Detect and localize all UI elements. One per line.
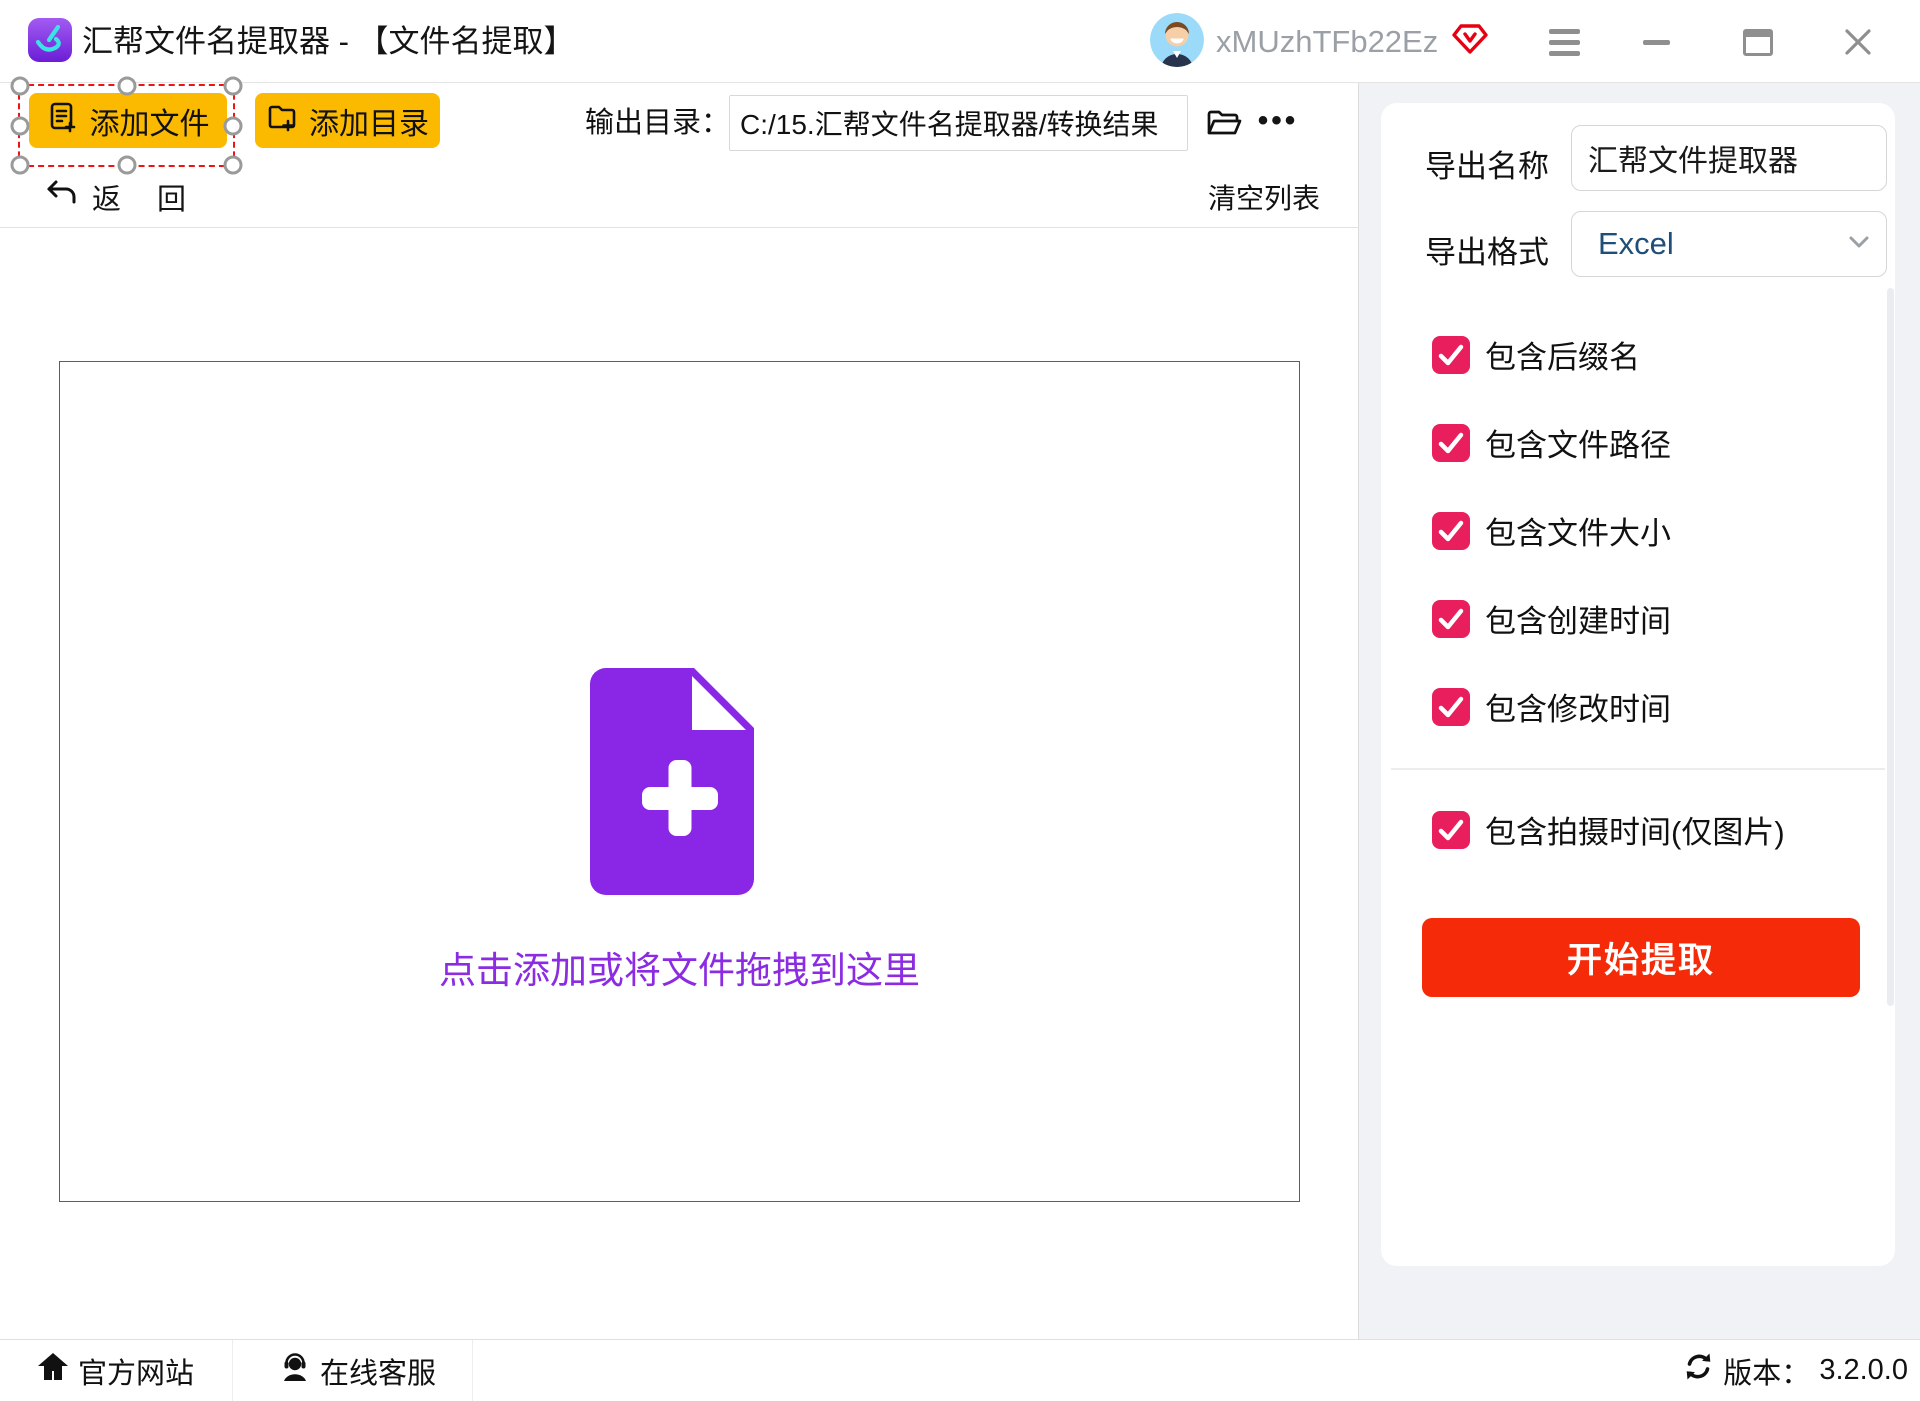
output-dir-label: 输出目录： — [585, 95, 730, 151]
options-scrollbar[interactable] — [1887, 288, 1894, 1006]
export-format-value: Excel — [1598, 226, 1674, 262]
option-label: 包含文件路径 — [1485, 420, 1671, 465]
add-directory-button[interactable]: 添加目录 — [255, 93, 440, 148]
app-logo-icon — [27, 17, 73, 63]
dropzone-hint: 点击添加或将文件拖拽到这里 — [60, 940, 1299, 994]
add-directory-label: 添加目录 — [309, 99, 429, 143]
home-icon — [36, 1350, 70, 1392]
option-label: 包含创建时间 — [1485, 596, 1671, 641]
option-include-filesize[interactable]: 包含文件大小 — [1432, 508, 1671, 553]
checkbox-include-extension[interactable] — [1432, 336, 1470, 374]
option-include-filepath[interactable]: 包含文件路径 — [1432, 420, 1671, 465]
chevron-down-icon — [1848, 235, 1870, 254]
folder-open-icon[interactable] — [1200, 100, 1248, 146]
export-name-input[interactable] — [1571, 125, 1887, 191]
version-info: 版本： 3.2.0.0 — [1683, 1340, 1908, 1401]
back-button[interactable]: 返 回 — [44, 180, 200, 214]
more-options-button[interactable]: ••• — [1252, 95, 1304, 151]
start-extract-button[interactable]: 开始提取 — [1422, 918, 1860, 997]
output-dir-input[interactable] — [729, 95, 1188, 151]
headset-person-icon — [278, 1350, 312, 1392]
vip-badge-icon[interactable] — [1452, 21, 1488, 57]
add-file-label: 添加文件 — [90, 99, 210, 143]
document-plus-icon — [47, 101, 79, 141]
export-format-select[interactable]: Excel — [1571, 211, 1887, 277]
selection-handle[interactable] — [224, 77, 243, 96]
online-support-link[interactable]: 在线客服 — [278, 1340, 436, 1401]
settings-card: 导出名称 导出格式 Excel 包含后缀名 包含文件路径 — [1381, 103, 1895, 1266]
options-divider — [1391, 768, 1885, 770]
maximize-icon[interactable] — [1732, 16, 1784, 68]
footer-divider — [472, 1340, 473, 1401]
checkbox-include-photo-time[interactable] — [1432, 811, 1470, 849]
folder-plus-icon — [266, 101, 298, 141]
minimize-icon[interactable] — [1630, 16, 1682, 68]
export-format-label: 导出格式 — [1425, 227, 1549, 272]
selection-handle[interactable] — [224, 156, 243, 175]
version-label: 版本： — [1723, 1350, 1810, 1392]
option-include-photo-time[interactable]: 包含拍摄时间(仅图片) — [1432, 807, 1785, 852]
file-dropzone[interactable]: 点击添加或将文件拖拽到这里 — [59, 361, 1300, 1202]
clear-list-button[interactable]: 清空列表 — [1208, 177, 1320, 217]
checkbox-include-filepath[interactable] — [1432, 424, 1470, 462]
selection-handle[interactable] — [11, 156, 30, 175]
back-label: 返 回 — [92, 176, 200, 218]
user-avatar[interactable] — [1150, 13, 1204, 67]
settings-panel: 导出名称 导出格式 Excel 包含后缀名 包含文件路径 — [1358, 83, 1920, 1339]
selection-handle[interactable] — [11, 116, 30, 135]
option-label: 包含后缀名 — [1485, 332, 1640, 377]
export-name-label: 导出名称 — [1425, 141, 1549, 186]
window-title: 汇帮文件名提取器 - 【文件名提取】 — [82, 0, 575, 83]
option-label: 包含拍摄时间(仅图片) — [1485, 807, 1785, 852]
footer-bar: 官方网站 在线客服 版本： 3.2.0.0 — [0, 1339, 1920, 1400]
file-plus-icon — [590, 668, 770, 895]
add-file-button[interactable]: 添加文件 — [29, 93, 227, 148]
checkbox-include-filesize[interactable] — [1432, 512, 1470, 550]
toolbar-divider — [0, 227, 1358, 228]
option-include-created-time[interactable]: 包含创建时间 — [1432, 596, 1671, 641]
checkbox-include-modified-time[interactable] — [1432, 688, 1470, 726]
option-include-extension[interactable]: 包含后缀名 — [1432, 332, 1640, 377]
title-bar: 汇帮文件名提取器 - 【文件名提取】 xMUzhTFb22Ez — [0, 0, 1920, 83]
selection-handle[interactable] — [117, 77, 136, 96]
version-value: 3.2.0.0 — [1819, 1354, 1908, 1387]
option-label: 包含文件大小 — [1485, 508, 1671, 553]
close-icon[interactable] — [1832, 16, 1884, 68]
selection-handle[interactable] — [11, 77, 30, 96]
official-website-link[interactable]: 官方网站 — [36, 1340, 194, 1401]
undo-arrow-icon — [44, 179, 78, 215]
hamburger-icon[interactable] — [1538, 16, 1590, 68]
refresh-icon[interactable] — [1683, 1351, 1714, 1390]
checkbox-include-created-time[interactable] — [1432, 600, 1470, 638]
option-label: 包含修改时间 — [1485, 684, 1671, 729]
footer-divider — [232, 1340, 233, 1401]
selection-handle[interactable] — [117, 156, 136, 175]
official-website-label: 官方网站 — [78, 1350, 194, 1392]
option-include-modified-time[interactable]: 包含修改时间 — [1432, 684, 1671, 729]
username-label: xMUzhTFb22Ez — [1216, 0, 1438, 83]
online-support-label: 在线客服 — [320, 1350, 436, 1392]
selection-handle[interactable] — [224, 116, 243, 135]
